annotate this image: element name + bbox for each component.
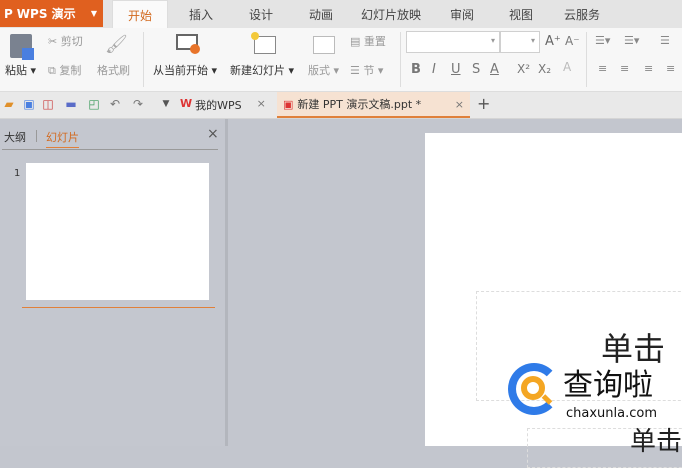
print-icon[interactable]: ▬: [64, 97, 78, 111]
align-center-icon[interactable]: ≡: [620, 62, 629, 75]
doc-tab-active[interactable]: ▣ 新建 PPT 演示文稿.ppt * ×: [277, 92, 470, 118]
ribbon: 粘贴 ▾ ✂ 剪切 ⧉ 复制 🖌 格式刷 从当前开始 ▾ 新建幻灯片 ▾ 版式 …: [0, 28, 682, 92]
divider: [36, 130, 37, 142]
align-right-icon[interactable]: ≡: [644, 62, 653, 75]
tab-cloud[interactable]: 云服务: [564, 0, 600, 28]
undo-icon[interactable]: ↶: [108, 97, 122, 111]
justify-icon[interactable]: ≡: [666, 62, 675, 75]
scissors-icon: ✂: [48, 35, 61, 48]
divider: [143, 32, 144, 87]
redo-icon[interactable]: ↷: [131, 97, 145, 111]
grow-font-button[interactable]: A⁺: [545, 34, 561, 49]
divider: [2, 149, 218, 150]
numbered-list-icon[interactable]: ☰▾: [624, 34, 639, 47]
chevron-down-icon: ▼: [90, 9, 97, 18]
open-icon[interactable]: ▰: [2, 97, 16, 111]
section-button[interactable]: ☰ 节 ▾: [350, 62, 383, 78]
tab-slides[interactable]: 幻灯片: [46, 129, 79, 148]
tab-animation[interactable]: 动画: [309, 0, 333, 28]
underline-button[interactable]: U: [451, 62, 461, 77]
tab-insert[interactable]: 插入: [189, 0, 213, 28]
new-tab-button[interactable]: +: [477, 94, 490, 113]
watermark-logo: [508, 363, 560, 415]
shrink-font-button[interactable]: A⁻: [565, 34, 580, 48]
cut-button[interactable]: ✂ 剪切: [48, 33, 83, 49]
align-left-icon[interactable]: ≡: [598, 62, 607, 75]
font-size-select[interactable]: ▾: [500, 31, 540, 53]
watermark-name: 查询啦: [563, 368, 653, 403]
export-pdf-icon[interactable]: ◫: [41, 97, 55, 111]
font-color-button[interactable]: A: [490, 62, 499, 77]
new-slide-button[interactable]: 新建幻灯片 ▾: [230, 62, 294, 78]
brush-icon: 🖌: [105, 34, 128, 55]
slideshow-icon: [176, 34, 200, 54]
app-logo-icon: P: [4, 6, 13, 21]
tab-view[interactable]: 视图: [509, 0, 533, 28]
paste-button[interactable]: 粘贴 ▾: [5, 62, 36, 78]
from-current-button[interactable]: 从当前开始 ▾: [153, 62, 217, 78]
slide-panel: 大纲 幻灯片 × 1: [0, 119, 225, 446]
paste-icon: [10, 34, 34, 60]
tab-home[interactable]: 开始: [112, 0, 168, 28]
slide-number: 1: [14, 168, 21, 179]
layout-button[interactable]: 版式 ▾: [308, 62, 339, 78]
clear-format-icon[interactable]: A: [563, 60, 571, 74]
close-icon[interactable]: ×: [257, 97, 266, 113]
layout-icon: [313, 36, 335, 54]
close-icon[interactable]: ×: [455, 98, 464, 111]
copy-icon: ⧉: [48, 64, 60, 77]
font-name-select[interactable]: ▾: [406, 31, 500, 53]
print-preview-icon[interactable]: ◰: [87, 97, 101, 111]
chevron-down-icon[interactable]: ▼: [159, 97, 173, 111]
insert-marker: [22, 307, 215, 308]
shadow-button[interactable]: S: [472, 62, 480, 77]
reset-icon: ▤: [350, 35, 364, 48]
subtitle-placeholder[interactable]: 单击: [527, 427, 682, 468]
save-icon[interactable]: ▣: [22, 97, 36, 111]
indent-icon[interactable]: ☰: [660, 34, 670, 47]
new-slide-icon: [251, 32, 276, 54]
reset-button[interactable]: ▤ 重置: [350, 33, 386, 49]
format-painter-button[interactable]: 格式刷: [97, 62, 130, 78]
app-menu-button[interactable]: P WPS 演示 ▼: [0, 0, 103, 27]
italic-button[interactable]: I: [432, 62, 436, 77]
bullet-list-icon[interactable]: ☰▾: [595, 34, 610, 47]
doc-tab-my-wps[interactable]: W 我的WPS ×: [180, 97, 266, 113]
section-icon: ☰: [350, 64, 364, 77]
copy-button[interactable]: ⧉ 复制: [48, 62, 81, 78]
divider: [586, 32, 587, 87]
subscript-button[interactable]: X₂: [538, 62, 551, 76]
ppt-file-icon: ▣: [283, 97, 294, 111]
slide-thumbnail[interactable]: [26, 163, 209, 300]
tab-slideshow[interactable]: 幻灯片放映: [361, 0, 421, 28]
tab-outline[interactable]: 大纲: [4, 129, 26, 145]
watermark-url: chaxunla.com: [566, 406, 657, 421]
wps-logo-icon: W: [180, 97, 193, 110]
superscript-button[interactable]: X²: [517, 62, 530, 76]
close-icon[interactable]: ×: [207, 126, 219, 142]
divider: [400, 32, 401, 87]
tab-design[interactable]: 设计: [249, 0, 273, 28]
panel-splitter[interactable]: [225, 119, 228, 446]
tab-review[interactable]: 审阅: [450, 0, 474, 28]
bold-button[interactable]: B: [411, 62, 421, 77]
